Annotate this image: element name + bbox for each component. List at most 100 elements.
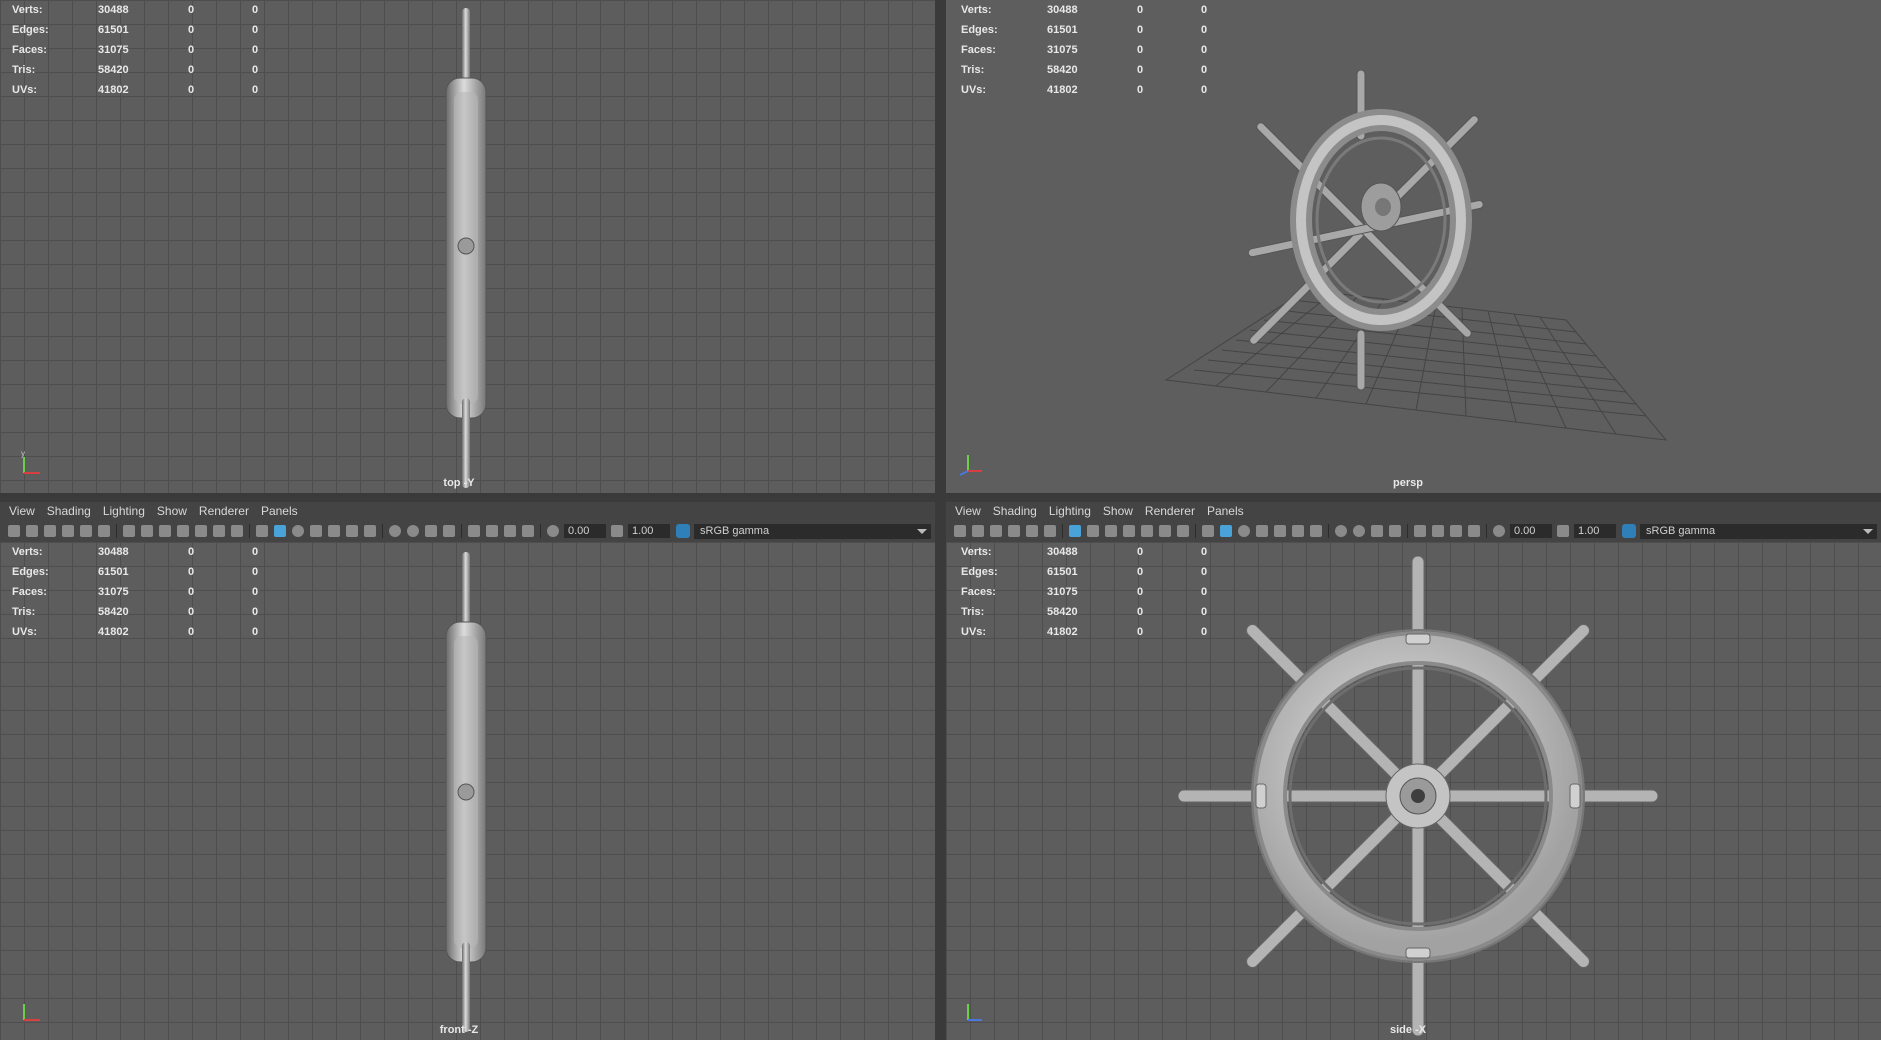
- motion-blur-icon[interactable]: [407, 525, 419, 537]
- motion-blur-icon[interactable]: [1353, 525, 1365, 537]
- viewport-top[interactable]: Verts: 30488 0 0 Edges: 61501 0 0 Faces: 31075 0…: [0, 0, 935, 493]
- color-management-icon[interactable]: [676, 524, 690, 538]
- depth-of-field-icon[interactable]: [1389, 525, 1401, 537]
- menu-show[interactable]: Show: [157, 504, 187, 518]
- panel-menubar-side: View Shading Lighting Show Renderer Pane…: [946, 502, 1881, 520]
- exposure-field[interactable]: 0.00: [564, 524, 606, 538]
- viewport-splitter-vertical[interactable]: [935, 0, 946, 1040]
- bookmark-icon[interactable]: [44, 525, 56, 537]
- anti-aliasing-icon[interactable]: [425, 525, 437, 537]
- field-chart-icon[interactable]: [195, 525, 207, 537]
- menu-renderer[interactable]: Renderer: [1145, 504, 1195, 518]
- menu-view[interactable]: View: [955, 504, 981, 518]
- xray-icon[interactable]: [1432, 525, 1444, 537]
- viewport-front[interactable]: Verts: 30488 0 0 Edges: 61501 0 0 Faces: 31075 0…: [0, 542, 935, 1040]
- safe-title-icon[interactable]: [1177, 525, 1189, 537]
- view-transform-select[interactable]: sRGB gamma: [1640, 523, 1877, 539]
- grid-icon[interactable]: [123, 525, 135, 537]
- grid-icon[interactable]: [1069, 525, 1081, 537]
- safe-action-icon[interactable]: [1159, 525, 1171, 537]
- ambient-occlusion-icon[interactable]: [1335, 525, 1347, 537]
- shadows-icon[interactable]: [1310, 525, 1322, 537]
- gate-mask-icon[interactable]: [177, 525, 189, 537]
- menu-panels[interactable]: Panels: [261, 504, 298, 518]
- exposure-field[interactable]: 0.00: [1510, 524, 1552, 538]
- ship-wheel-persp-model[interactable]: [1246, 70, 1536, 400]
- toolbar-separator: [1328, 524, 1329, 538]
- lights-icon[interactable]: [1292, 525, 1304, 537]
- xray-icon[interactable]: [486, 525, 498, 537]
- ship-wheel-side-model[interactable]: [1178, 556, 1658, 1040]
- resolution-gate-icon[interactable]: [1105, 525, 1117, 537]
- grease-pencil-icon[interactable]: [1044, 525, 1056, 537]
- isolate-select-icon[interactable]: [1414, 525, 1426, 537]
- default-material-icon[interactable]: [292, 525, 304, 537]
- gamma-icon[interactable]: [1557, 525, 1569, 537]
- ambient-occlusion-icon[interactable]: [389, 525, 401, 537]
- wireframe-on-shaded-icon[interactable]: [1256, 525, 1268, 537]
- wheel-edge-model-front[interactable]: [438, 552, 494, 1032]
- hud-row-verts: Verts: 30488 0 0: [12, 546, 259, 558]
- lights-icon[interactable]: [346, 525, 358, 537]
- panel-toolbar-side: 0.00 1.00 sRGB gamma: [946, 520, 1881, 542]
- menu-view[interactable]: View: [9, 504, 35, 518]
- anti-aliasing-icon[interactable]: [1371, 525, 1383, 537]
- safe-action-icon[interactable]: [213, 525, 225, 537]
- backface-culling-icon[interactable]: [1468, 525, 1480, 537]
- wheel-edge-model[interactable]: [438, 8, 494, 488]
- gamma-field[interactable]: 1.00: [1574, 524, 1616, 538]
- menu-shading[interactable]: Shading: [47, 504, 91, 518]
- smooth-shade-icon[interactable]: [274, 525, 286, 537]
- grease-pencil-icon[interactable]: [98, 525, 110, 537]
- field-chart-icon[interactable]: [1141, 525, 1153, 537]
- film-gate-icon[interactable]: [1087, 525, 1099, 537]
- menu-shading[interactable]: Shading: [993, 504, 1037, 518]
- camera-icon[interactable]: [954, 525, 966, 537]
- smooth-shade-icon[interactable]: [1220, 525, 1232, 537]
- gamma-icon[interactable]: [611, 525, 623, 537]
- xray-joints-icon[interactable]: [504, 525, 516, 537]
- exposure-icon[interactable]: [547, 525, 559, 537]
- two-d-pan-icon[interactable]: [80, 525, 92, 537]
- isolate-select-icon[interactable]: [468, 525, 480, 537]
- safe-title-icon[interactable]: [231, 525, 243, 537]
- exposure-icon[interactable]: [1493, 525, 1505, 537]
- wireframe-icon[interactable]: [256, 525, 268, 537]
- viewport-side[interactable]: Verts: 30488 0 0 Edges: 61501 0 0 Faces: 31075 0…: [946, 542, 1881, 1040]
- backface-culling-icon[interactable]: [522, 525, 534, 537]
- menu-renderer[interactable]: Renderer: [199, 504, 249, 518]
- shadows-icon[interactable]: [364, 525, 376, 537]
- camera-label-side: side -X: [1389, 1024, 1427, 1036]
- poly-count-hud: Verts: 30488 0 0 Edges: 61501 0 0 Faces: 31075 0…: [12, 542, 282, 642]
- default-material-icon[interactable]: [1238, 525, 1250, 537]
- wireframe-on-shaded-icon[interactable]: [310, 525, 322, 537]
- viewport-persp[interactable]: Verts: 30488 0 0 Edges: 61501 0 0 Faces: 31075 0…: [946, 0, 1881, 493]
- camera-icon[interactable]: [8, 525, 20, 537]
- menu-panels[interactable]: Panels: [1207, 504, 1244, 518]
- image-plane-icon[interactable]: [62, 525, 74, 537]
- resolution-gate-icon[interactable]: [159, 525, 171, 537]
- poly-count-hud: Verts: 30488 0 0 Edges: 61501 0 0 Faces: 31075 0…: [12, 0, 282, 100]
- xray-joints-icon[interactable]: [1450, 525, 1462, 537]
- camera-attributes-icon[interactable]: [972, 525, 984, 537]
- wireframe-icon[interactable]: [1202, 525, 1214, 537]
- camera-label-persp: persp: [1393, 477, 1423, 489]
- textured-icon[interactable]: [328, 525, 340, 537]
- menu-lighting[interactable]: Lighting: [1049, 504, 1091, 518]
- menu-show[interactable]: Show: [1103, 504, 1133, 518]
- camera-attributes-icon[interactable]: [26, 525, 38, 537]
- bookmark-icon[interactable]: [990, 525, 1002, 537]
- color-management-icon[interactable]: [1622, 524, 1636, 538]
- two-d-pan-icon[interactable]: [1026, 525, 1038, 537]
- textured-icon[interactable]: [1274, 525, 1286, 537]
- view-transform-select[interactable]: sRGB gamma: [694, 523, 931, 539]
- hud-row-verts: Verts: 30488 0 0: [961, 4, 1208, 16]
- image-plane-icon[interactable]: [1008, 525, 1020, 537]
- hud-row-verts: Verts: 30488 0 0: [12, 4, 259, 16]
- gamma-field[interactable]: 1.00: [628, 524, 670, 538]
- viewport-splitter-horizontal[interactable]: [0, 493, 1881, 498]
- depth-of-field-icon[interactable]: [443, 525, 455, 537]
- menu-lighting[interactable]: Lighting: [103, 504, 145, 518]
- film-gate-icon[interactable]: [141, 525, 153, 537]
- gate-mask-icon[interactable]: [1123, 525, 1135, 537]
